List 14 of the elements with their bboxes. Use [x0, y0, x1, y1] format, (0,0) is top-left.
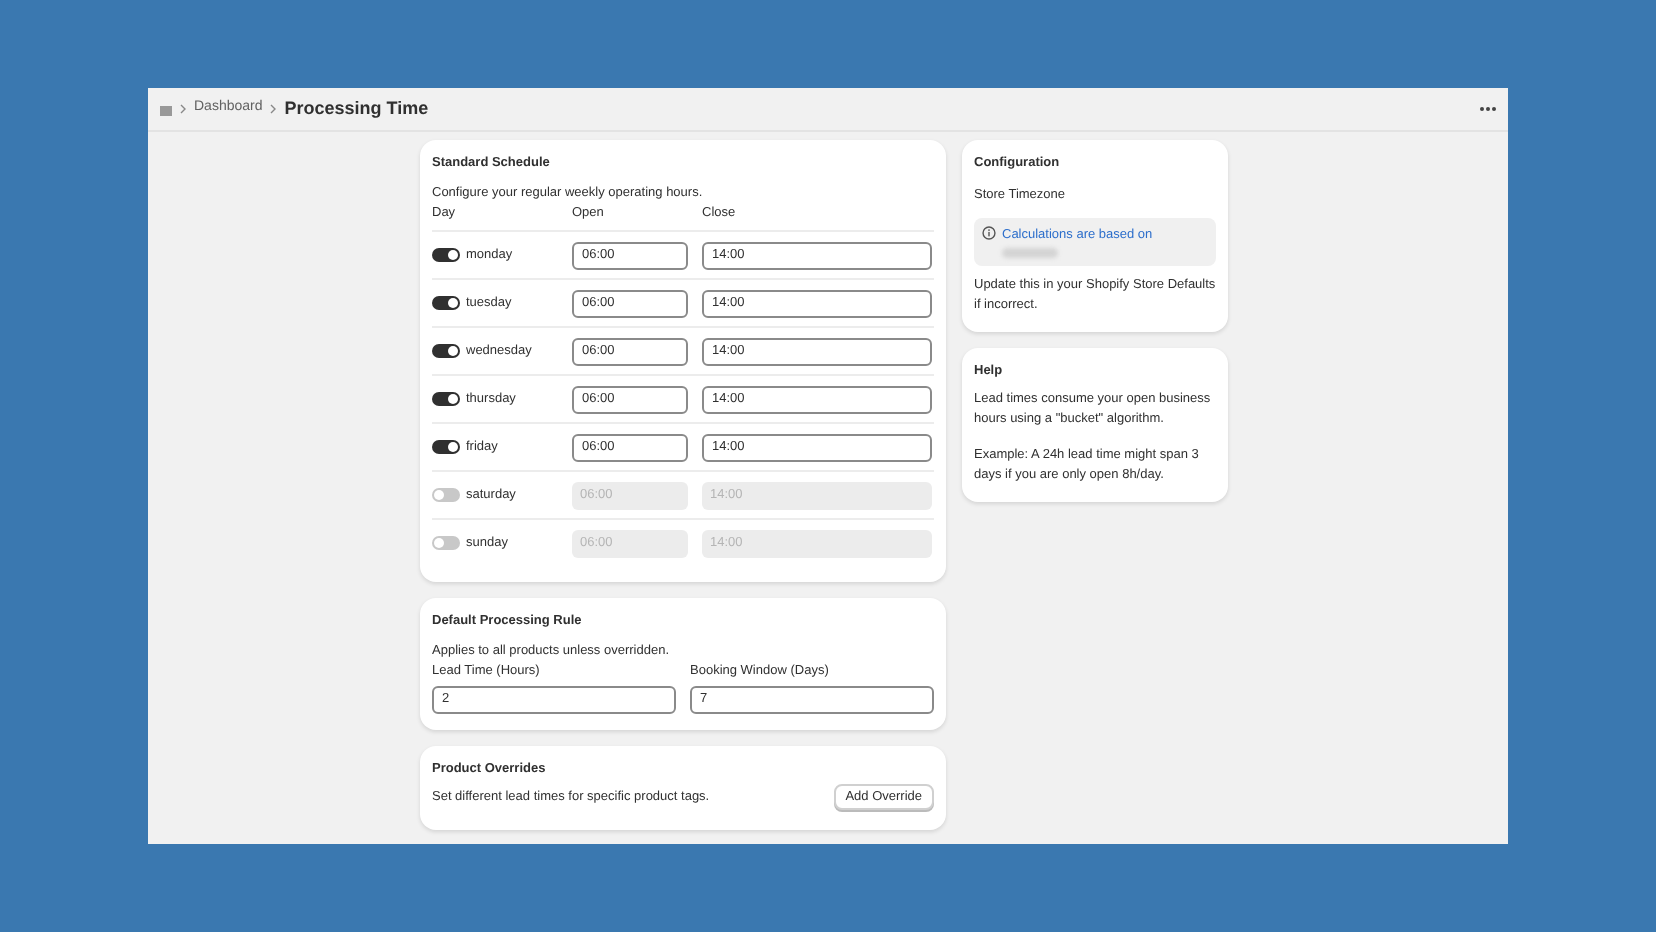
- chevron-icon: [270, 104, 277, 114]
- toggle-switch[interactable]: [432, 344, 460, 359]
- chevron-icon: [180, 104, 186, 114]
- toggle-switch[interactable]: [432, 248, 460, 263]
- info-icon: [982, 226, 996, 240]
- redacted-mark: [1002, 248, 1058, 259]
- toggle-switch[interactable]: [432, 488, 460, 503]
- store-icon: [160, 103, 172, 115]
- toggle-switch[interactable]: [432, 296, 460, 311]
- toggle-switch[interactable]: [432, 440, 460, 455]
- toggle-switch[interactable]: [432, 536, 460, 551]
- toggle-switch[interactable]: [432, 392, 460, 407]
- more-icon[interactable]: [1480, 106, 1496, 112]
- page-title: Processing Time: [284, 95, 429, 122]
